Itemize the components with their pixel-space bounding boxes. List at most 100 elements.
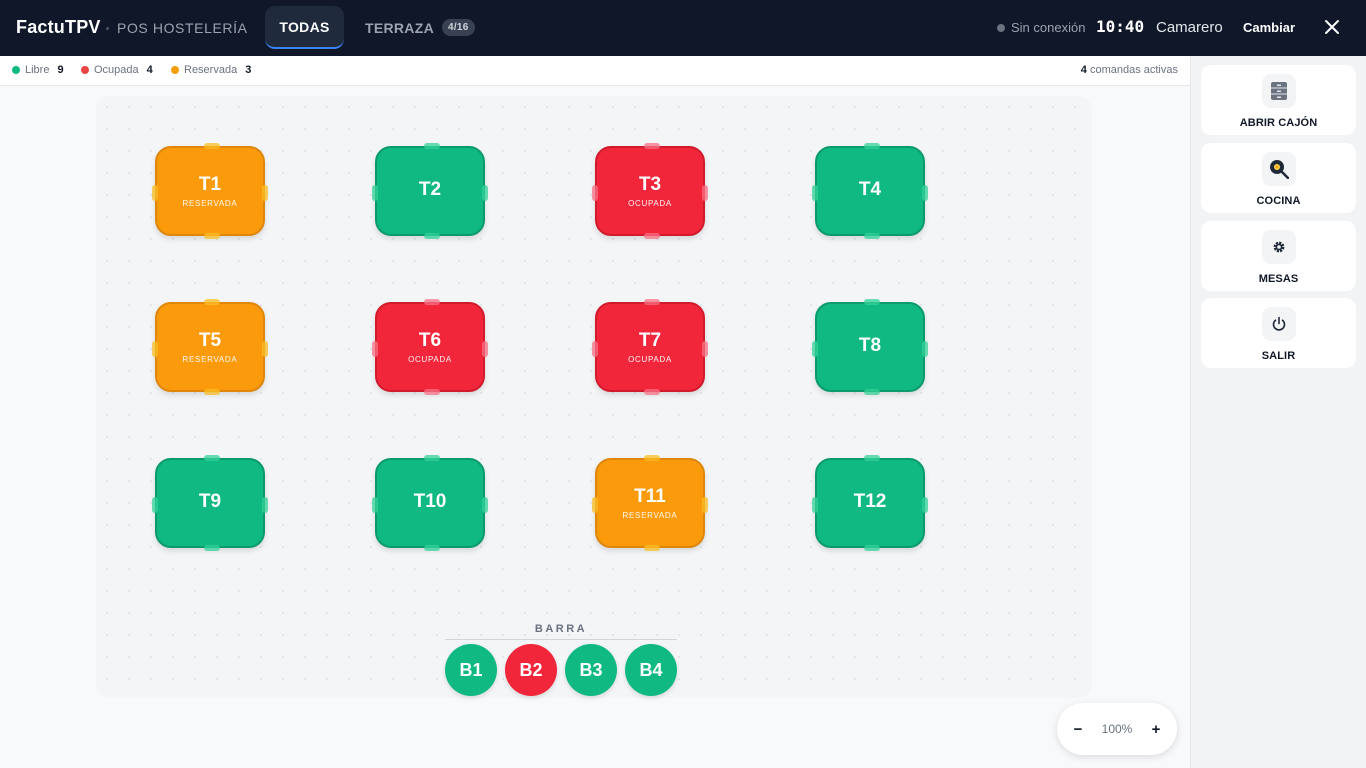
legend-reservada-dot-icon xyxy=(171,66,179,74)
exit-button[interactable]: SALIR xyxy=(1201,298,1356,368)
table-t11[interactable]: T11 RESERVADA xyxy=(592,455,708,551)
chair xyxy=(922,341,928,357)
table-name: T6 xyxy=(418,330,442,351)
chair xyxy=(204,455,220,461)
tab-terraza-label: TERRAZA xyxy=(365,19,434,36)
table-name: T11 xyxy=(634,486,666,507)
table-t1[interactable]: T1 RESERVADA xyxy=(152,143,268,239)
chair xyxy=(424,233,440,239)
chair xyxy=(864,143,880,149)
open-drawer-label: ABRIR CAJÓN xyxy=(1239,117,1318,129)
table-t6[interactable]: T6 OCUPADA xyxy=(372,299,488,395)
table-t12[interactable]: T12 xyxy=(812,455,928,551)
legend-libre-dot-icon xyxy=(12,66,20,74)
table-t2[interactable]: T2 xyxy=(372,143,488,239)
active-orders: 4 comandas activas xyxy=(1081,64,1178,76)
chair xyxy=(592,185,598,201)
bar-stool-b3[interactable]: B3 xyxy=(565,644,617,696)
chair xyxy=(204,299,220,305)
kitchen-button[interactable]: COCINA xyxy=(1201,143,1356,213)
chair xyxy=(702,185,708,201)
bar-stool-b2[interactable]: B2 xyxy=(505,644,557,696)
table-name: T3 xyxy=(638,174,662,195)
legend-libre-label: Libre xyxy=(25,64,50,76)
chair xyxy=(372,341,378,357)
connection-label: Sin conexión xyxy=(1011,20,1086,35)
bar-stool-b1[interactable]: B1 xyxy=(445,644,497,696)
chair xyxy=(644,389,660,395)
chair xyxy=(482,497,488,513)
table-name: T7 xyxy=(638,330,662,351)
top-bar: FactuTPV POS HOSTELERÍA TODAS TERRAZA 4/… xyxy=(0,0,1366,56)
chair xyxy=(424,389,440,395)
legend-reservada: Reservada 3 xyxy=(171,64,251,76)
chair xyxy=(424,143,440,149)
bar-label: BARRA xyxy=(534,623,588,635)
table-name: T1 xyxy=(198,174,222,195)
chair xyxy=(262,341,268,357)
table-t9[interactable]: T9 xyxy=(152,455,268,551)
chair xyxy=(644,455,660,461)
frying-pan-icon xyxy=(1261,152,1296,186)
zoom-control: − 100% + xyxy=(1057,703,1177,755)
chair xyxy=(812,497,818,513)
exit-label: SALIR xyxy=(1261,350,1296,362)
chair xyxy=(864,545,880,551)
current-user: Camarero xyxy=(1156,19,1223,36)
table-name: T4 xyxy=(858,178,882,200)
chair xyxy=(644,299,660,305)
chair xyxy=(152,497,158,513)
chair xyxy=(644,143,660,149)
chair xyxy=(864,233,880,239)
zoom-out-button[interactable]: − xyxy=(1071,721,1085,738)
brand-logo: FactuTPV xyxy=(16,17,101,37)
connection-dot-icon xyxy=(997,23,1005,32)
table-name: T5 xyxy=(198,330,222,351)
gear-icon xyxy=(1261,230,1296,264)
table-state: RESERVADA xyxy=(182,355,238,364)
tables-config-button[interactable]: MESAS xyxy=(1201,221,1356,291)
tab-todas[interactable]: TODAS xyxy=(265,6,344,49)
bar-divider xyxy=(445,639,677,640)
active-orders-label: comandas activas xyxy=(1089,64,1178,76)
table-t5[interactable]: T5 RESERVADA xyxy=(152,299,268,395)
table-t10[interactable]: T10 xyxy=(372,455,488,551)
legend-ocupada-count: 4 xyxy=(146,64,153,76)
table-t3[interactable]: T3 OCUPADA xyxy=(592,143,708,239)
chair xyxy=(424,545,440,551)
chair xyxy=(702,497,708,513)
table-name: T2 xyxy=(418,178,442,200)
open-drawer-button[interactable]: ABRIR CAJÓN xyxy=(1201,65,1356,135)
chair xyxy=(372,497,378,513)
close-icon[interactable] xyxy=(1322,17,1342,37)
bar-stool-b4[interactable]: B4 xyxy=(625,644,677,696)
zoom-in-button[interactable]: + xyxy=(1149,721,1163,738)
tab-terraza-badge: 4/16 xyxy=(441,19,475,36)
legend-libre-count: 9 xyxy=(57,64,64,76)
table-state: RESERVADA xyxy=(182,199,238,208)
chair xyxy=(922,497,928,513)
legend-ocupada-label: Ocupada xyxy=(94,64,139,76)
chair xyxy=(424,299,440,305)
chair xyxy=(424,455,440,461)
chair xyxy=(482,185,488,201)
tab-terraza[interactable]: TERRAZA 4/16 xyxy=(365,6,475,49)
chair xyxy=(152,185,158,201)
table-name: T8 xyxy=(858,334,882,356)
legend-ocupada-dot-icon xyxy=(81,66,89,74)
chair xyxy=(204,233,220,239)
legend-ocupada: Ocupada 4 xyxy=(81,64,153,76)
table-name: T9 xyxy=(198,490,222,512)
chair xyxy=(592,341,598,357)
chair xyxy=(204,143,220,149)
power-icon xyxy=(1261,307,1296,341)
clock: 10:40 xyxy=(1096,17,1145,36)
legend-reservada-count: 3 xyxy=(245,64,252,76)
table-state: OCUPADA xyxy=(628,199,672,208)
legend-reservada-label: Reservada xyxy=(184,64,238,76)
table-t8[interactable]: T8 xyxy=(812,299,928,395)
change-user-button[interactable]: Cambiar xyxy=(1243,20,1295,35)
table-t7[interactable]: T7 OCUPADA xyxy=(592,299,708,395)
chair xyxy=(204,389,220,395)
table-t4[interactable]: T4 xyxy=(812,143,928,239)
